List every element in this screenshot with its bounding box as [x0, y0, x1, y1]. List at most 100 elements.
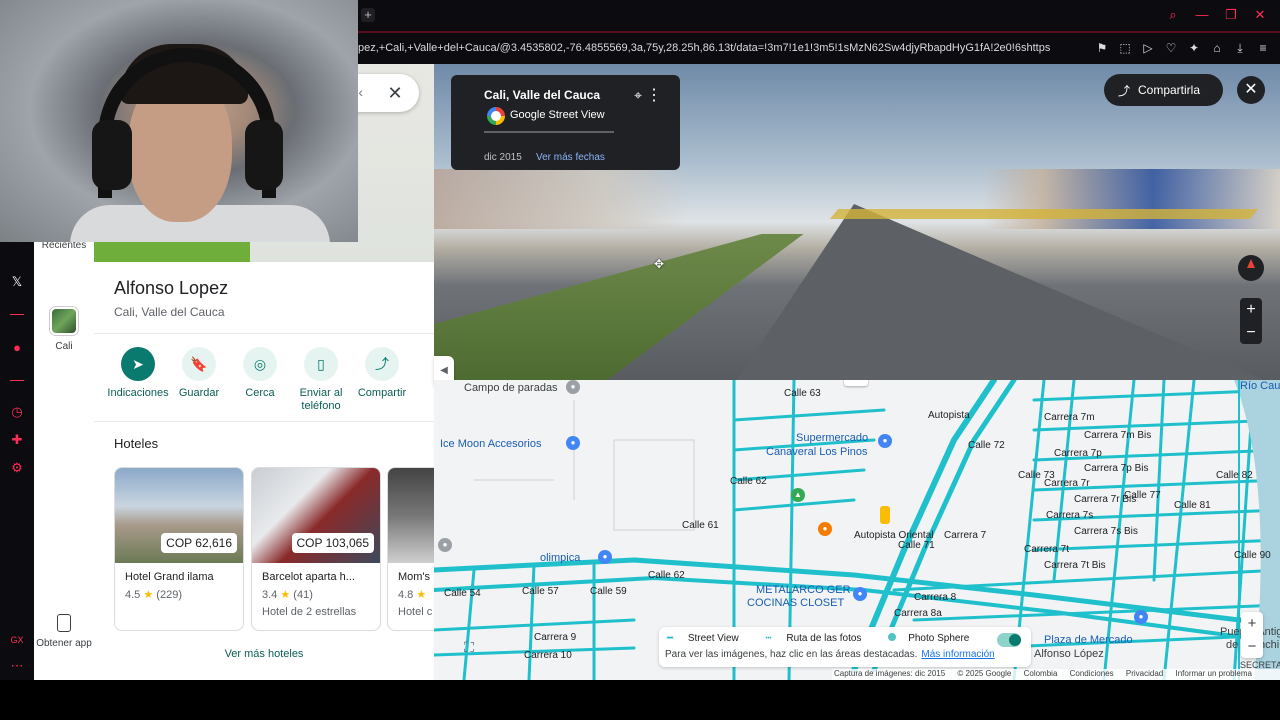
restaurant-poi-icon[interactable]: ● [818, 522, 832, 536]
more-info-link[interactable]: Más información [921, 649, 994, 660]
street-label: Calle 81 [1174, 500, 1211, 511]
map-label[interactable]: Plaza de Mercado [1044, 634, 1133, 646]
shopping-poi-icon[interactable]: ● [598, 550, 612, 564]
map-label[interactable]: Ice Moon Accesorios [440, 438, 542, 450]
shopping-poi-icon[interactable]: ● [1134, 610, 1148, 624]
rating-value: 3.4 [262, 589, 278, 601]
hotel-card[interactable]: COP 62,616 Hotel Grand ilama 4.5 ★ (229) [114, 467, 244, 631]
pegman-icon[interactable] [880, 506, 890, 524]
legend-hint-text: Para ver las imágenes, haz clic en las á… [665, 649, 918, 660]
share-street-view-button[interactable]: ⤴ Compartirla [1104, 74, 1223, 106]
attribution-privacy[interactable]: Privacidad [1126, 669, 1163, 678]
sv-more-dates-link[interactable]: Ver más fechas [536, 152, 605, 163]
share-icon: ⤴ [1118, 84, 1131, 98]
transit-poi-icon[interactable]: ● [566, 380, 580, 394]
hotel-card[interactable]: Mom's 4.8 ★ Hotel c [387, 467, 434, 631]
expand-map-icon[interactable]: ⛶ [458, 636, 480, 658]
star-icon: ★ [143, 589, 154, 601]
shopping-poi-icon[interactable]: ● [566, 436, 580, 450]
map-zoom-out-button[interactable]: − [1241, 635, 1263, 658]
address-bar[interactable]: pez,+Cali,+Valle+del+Cauca/@3.4535802,-7… [358, 33, 1280, 64]
menu-icon[interactable]: ≡ [1256, 40, 1270, 56]
shopping-poi-icon[interactable]: ● [853, 587, 867, 601]
sv-provider-label: Google Street View [510, 109, 605, 121]
location-pin-icon[interactable]: ⌖ [634, 87, 642, 104]
hotel-card[interactable]: COP 103,065 Barcelot aparta h... 3.4 ★ (… [251, 467, 381, 631]
street-label: Calle 73 [1018, 470, 1055, 481]
map-view[interactable]: Campo de paradas Ice Moon Accesorios Sup… [434, 380, 1280, 680]
street-label: Calle 72 [968, 440, 1005, 451]
rating-value: 4.5 [125, 589, 141, 601]
street-view-layer-toggle[interactable] [997, 633, 1021, 647]
more-icon[interactable]: ⋯ [7, 656, 27, 676]
close-search-icon[interactable]: ✕ [385, 83, 405, 103]
panel-resize-handle[interactable] [844, 380, 868, 386]
new-tab-button[interactable]: + [361, 8, 375, 22]
attribution-copyright: © 2025 Google [957, 669, 1012, 678]
account-icon[interactable]: ⌂ [1210, 40, 1224, 56]
hotel-rating: 4.8 ★ [398, 588, 426, 601]
recent-place-thumbnail[interactable] [50, 307, 78, 335]
street-view-panorama[interactable]: Cali, Valle del Cauca Google Street View… [434, 64, 1280, 380]
history-icon[interactable]: ◷ [7, 402, 27, 422]
move-cursor-icon: ✥ [654, 257, 665, 271]
more-options-icon[interactable]: ⋮ [646, 85, 662, 105]
street-label: Calle 90 [1234, 550, 1271, 561]
map-label[interactable]: METALARCO GER [756, 584, 851, 596]
map-zoom-in-button[interactable]: + [1241, 612, 1263, 635]
close-street-view-button[interactable]: ✕ [1237, 76, 1265, 104]
back-chevron-icon[interactable]: ‹ [358, 84, 363, 100]
photo-sphere-dot-icon [888, 633, 897, 641]
hotel-class: Hotel de 2 estrellas [262, 606, 357, 618]
directions-button[interactable]: ➤ Indicaciones [106, 347, 170, 400]
heart-icon[interactable]: ♡ [1164, 40, 1178, 56]
divider [94, 333, 434, 334]
map-label[interactable]: Campo de paradas [464, 382, 558, 394]
sv-provider: Google Street View [487, 107, 617, 125]
map-label[interactable]: COCINAS CLOSET [747, 597, 844, 609]
map-label[interactable]: olimpica [540, 552, 580, 564]
bookmark-icon[interactable]: ⚑ [1095, 40, 1109, 56]
send-to-phone-button[interactable]: ▯ Enviar al teléfono [289, 347, 353, 413]
close-icon[interactable]: ✕ [1252, 7, 1268, 23]
url-text[interactable]: pez,+Cali,+Valle+del+Cauca/@3.4535802,-7… [358, 42, 1080, 54]
shopping-poi-icon[interactable]: ● [878, 434, 892, 448]
play-icon[interactable]: ▷ [1141, 40, 1155, 56]
park-poi-icon[interactable]: ▲ [791, 488, 805, 502]
minimize-icon[interactable]: — [1194, 7, 1210, 23]
map-label[interactable]: Río Cauca [1240, 380, 1280, 392]
location-marker-icon[interactable]: ● [438, 538, 452, 552]
compass-icon[interactable] [1238, 255, 1264, 281]
street-label: Carrera 7m Bis [1084, 430, 1152, 441]
legend-photo-route-label: Ruta de las fotos [786, 633, 862, 644]
review-count: (229) [156, 589, 182, 601]
attribution-country[interactable]: Colombia [1024, 669, 1058, 678]
download-icon[interactable]: ⤓ [1233, 40, 1247, 56]
puzzle-icon[interactable]: ✦ [1187, 40, 1201, 56]
map-label[interactable]: Alfonso López [1034, 648, 1104, 660]
sv-zoom-in-button[interactable]: + [1240, 298, 1262, 321]
x-icon[interactable]: 𝕏 [7, 272, 27, 292]
save-button[interactable]: 🔖 Guardar [167, 347, 231, 400]
more-hotels-link[interactable]: Ver más hoteles [94, 648, 434, 660]
map-label[interactable]: Supermercado [796, 432, 868, 444]
hotel-rating: 3.4 ★ (41) [262, 588, 313, 601]
get-app-label[interactable]: Obtener app [36, 637, 92, 650]
sv-zoom-out-button[interactable]: − [1240, 321, 1262, 344]
nearby-label: Cerca [245, 387, 275, 399]
extensions-icon[interactable]: ✚ [7, 430, 27, 450]
screenshot-icon[interactable]: ⬚ [1118, 40, 1132, 56]
map-zoom-control: + − [1241, 612, 1263, 658]
attribution-terms[interactable]: Condiciones [1070, 669, 1114, 678]
attribution-report[interactable]: Informar un problema [1175, 669, 1251, 678]
gx-icon[interactable]: GX [7, 630, 27, 650]
restore-icon[interactable]: ❐ [1223, 7, 1239, 23]
map-label[interactable]: Canaveral Los Pinos [766, 446, 868, 458]
search-icon[interactable]: ⌕ [1165, 7, 1181, 23]
settings-icon[interactable]: ⚙ [7, 458, 27, 478]
share-button[interactable]: ⤴ Compartir [350, 347, 414, 400]
phone-icon[interactable] [57, 614, 71, 632]
nearby-button[interactable]: ◎ Cerca [228, 347, 292, 400]
recent-place-label[interactable]: Cali [38, 341, 90, 352]
music-icon[interactable]: ● [7, 338, 27, 358]
